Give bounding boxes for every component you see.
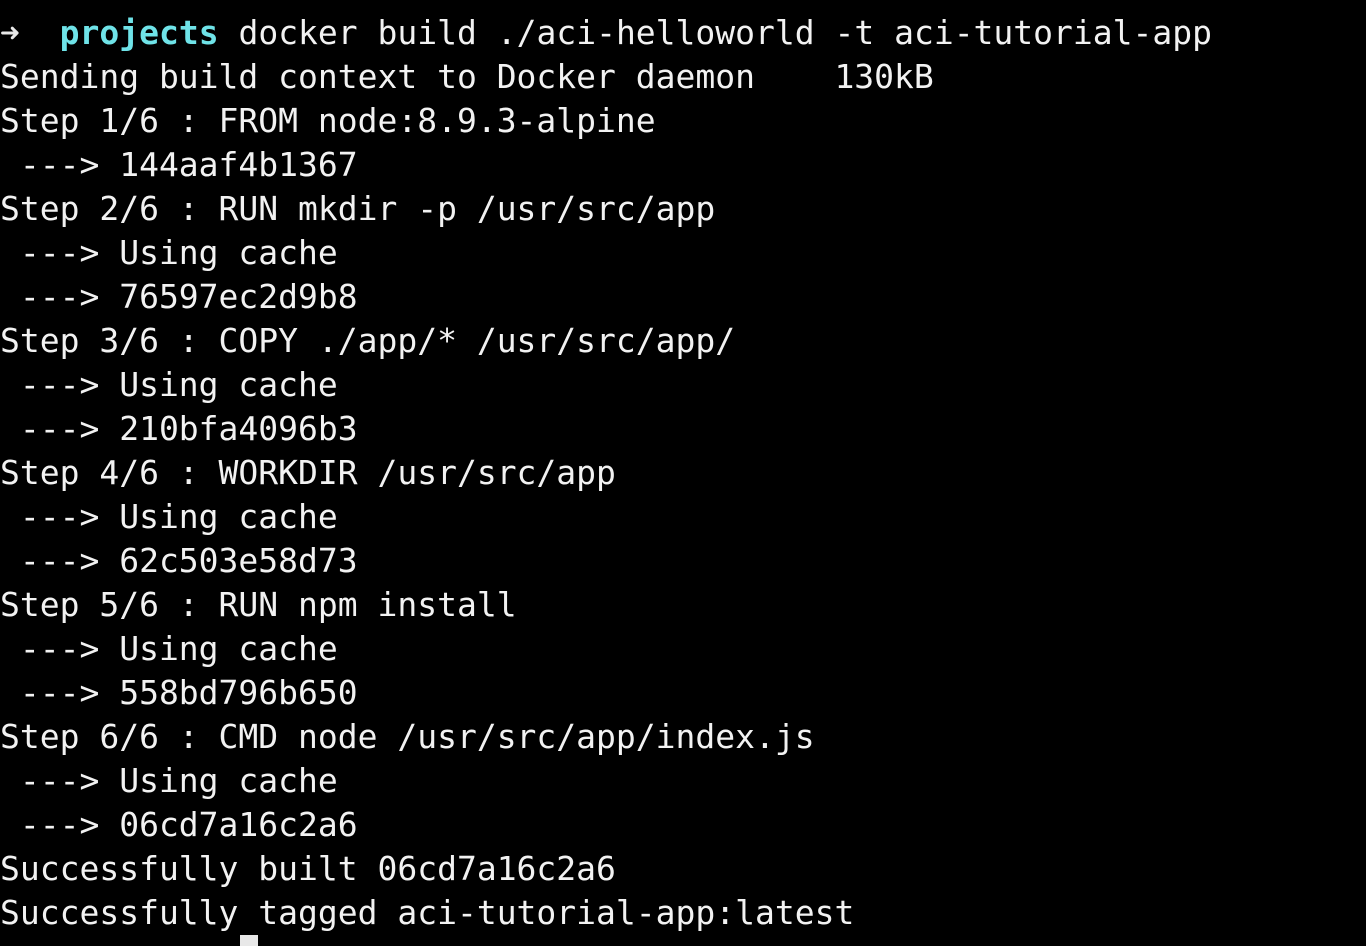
output-line: Successfully built 06cd7a16c2a6	[0, 849, 616, 888]
output-line: ---> Using cache	[0, 365, 338, 404]
output-line: ---> 144aaf4b1367	[0, 145, 358, 184]
output-line: ---> 62c503e58d73	[0, 541, 358, 580]
output-line: Step 5/6 : RUN npm install	[0, 585, 517, 624]
output-line: ---> 558bd796b650	[0, 673, 358, 712]
output-line: Step 1/6 : FROM node:8.9.3-alpine	[0, 101, 656, 140]
output-line: ---> 210bfa4096b3	[0, 409, 358, 448]
prompt-arrow-icon: ➜	[0, 13, 20, 52]
output-line: ---> Using cache	[0, 497, 338, 536]
prompt-directory: projects	[59, 13, 219, 52]
output-line: Step 3/6 : COPY ./app/* /usr/src/app/	[0, 321, 736, 360]
output-line: Sending build context to Docker daemon 1…	[0, 57, 934, 96]
output-line: ---> Using cache	[0, 761, 338, 800]
output-line: Step 4/6 : WORKDIR /usr/src/app	[0, 453, 616, 492]
output-line: Step 6/6 : CMD node /usr/src/app/index.j…	[0, 717, 815, 756]
command-text: docker build ./aci-helloworld -t aci-tut…	[238, 13, 1212, 52]
output-line: ---> 06cd7a16c2a6	[0, 805, 358, 844]
terminal-window[interactable]: ➜ projects docker build ./aci-helloworld…	[0, 0, 1366, 946]
output-line: Step 2/6 : RUN mkdir -p /usr/src/app	[0, 189, 716, 228]
text-cursor	[240, 935, 258, 946]
output-line: ---> Using cache	[0, 629, 338, 668]
next-prompt-line	[0, 935, 258, 946]
output-line: Successfully tagged aci-tutorial-app:lat…	[0, 893, 855, 932]
output-line: ---> 76597ec2d9b8	[0, 277, 358, 316]
output-line: ---> Using cache	[0, 233, 338, 272]
prompt-line: ➜ projects docker build ./aci-helloworld…	[0, 11, 1212, 55]
